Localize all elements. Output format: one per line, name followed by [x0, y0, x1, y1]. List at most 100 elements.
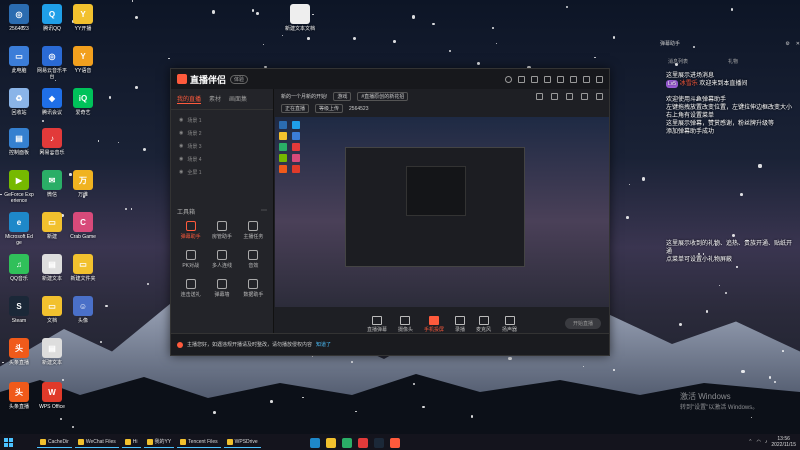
share-icon[interactable]	[596, 93, 603, 100]
desktop-icon[interactable]: C Crab Game	[68, 212, 98, 240]
desktop-icon[interactable]: ✉ 微信	[37, 170, 67, 198]
desktop-icon[interactable]: ◎ 2564623	[4, 4, 34, 32]
close-icon[interactable]	[596, 75, 603, 83]
app-icon: ▭	[9, 46, 29, 66]
desktop-icon[interactable]: ▤ 控制面板	[4, 128, 34, 156]
desktop-icon[interactable]: ♫ QQ音乐	[4, 254, 34, 282]
gift-icon[interactable]	[536, 93, 543, 100]
more-tools-icon[interactable]: ⋯	[261, 207, 267, 216]
desktop-icon[interactable]: S Steam	[4, 296, 34, 324]
start-live-button[interactable]: 开始直播	[565, 318, 601, 329]
desktop-icon[interactable]: ▭ 新建文件夹	[68, 254, 98, 282]
music-icon[interactable]	[358, 438, 368, 448]
toolbar-button[interactable]: 麦克风	[476, 315, 491, 333]
tab-scenes[interactable]: 画面集	[229, 94, 247, 104]
bell-icon[interactable]	[581, 93, 588, 100]
desktop-icon[interactable]: ▭ 此电脑	[4, 46, 34, 74]
eye-icon[interactable]: ◉	[179, 143, 183, 150]
maximize-icon[interactable]	[583, 75, 590, 83]
tab-gifts[interactable]: 礼物	[728, 58, 738, 66]
pin-icon[interactable]	[566, 93, 573, 100]
explorer-icon[interactable]	[326, 438, 336, 448]
snowflake	[125, 207, 128, 210]
tool-button[interactable]: PK对战	[175, 250, 206, 269]
tab-my-live[interactable]: 我的直播	[177, 94, 202, 104]
taskbar-item[interactable]: Tencent Files	[177, 436, 221, 448]
desktop-icon[interactable]: ▭ 文档	[37, 296, 67, 324]
taskbar-item[interactable]: WPSDrive	[223, 436, 261, 448]
desktop-file-new-text[interactable]: 新建文本文档	[285, 4, 315, 32]
toolbar-button[interactable]: 录播	[455, 315, 465, 333]
stream-description[interactable]: #直播原创的新花招	[357, 92, 409, 101]
tool-button[interactable]: 主播任务	[238, 221, 269, 240]
stream-title[interactable]: 新的一个月新的开始!	[281, 93, 327, 100]
desktop-icon[interactable]: iQ 爱奇艺	[68, 88, 98, 116]
skin-icon[interactable]	[518, 75, 525, 83]
notice-link[interactable]: 知道了	[316, 341, 331, 348]
toolbar-button[interactable]: 摄像头	[398, 315, 413, 333]
steam-icon[interactable]	[374, 438, 384, 448]
toolbar-button[interactable]: 直播弹幕	[367, 315, 387, 333]
avatar-icon[interactable]	[505, 75, 512, 83]
desktop-icon[interactable]: 头头条直播	[4, 338, 34, 366]
taskbar-item[interactable]: WeChat Files	[74, 436, 119, 448]
tool-button[interactable]: 弹幕墙	[206, 279, 237, 298]
eye-icon[interactable]: ◉	[179, 117, 183, 124]
eye-icon[interactable]: ◉	[179, 130, 183, 137]
scene-item[interactable]: ◉ 全屏 1	[171, 166, 273, 179]
lock-icon[interactable]	[551, 93, 558, 100]
desktop-icon[interactable]: ♪ 网易云音乐	[37, 128, 67, 156]
desktop-icon[interactable]: ▤ 新建文本	[37, 338, 67, 366]
scene-item[interactable]: ◉ 场景 4	[171, 153, 273, 166]
desktop-icon[interactable]: 万万维	[68, 170, 98, 198]
desktop-icon[interactable]: ◆ 腾讯会议	[37, 88, 67, 116]
version-badge[interactable]: 体验	[230, 74, 249, 84]
close-icon[interactable]: ✕	[796, 40, 800, 48]
taskbar-item[interactable]: 我的YY	[143, 436, 175, 448]
desktop-icon[interactable]: ▭ 新建	[37, 212, 67, 240]
desktop-icon[interactable]: W WPS Office	[37, 382, 67, 410]
desktop-icon[interactable]: ▤ 新建文本	[37, 254, 67, 282]
scene-item[interactable]: ◉ 场景 3	[171, 140, 273, 153]
menu-icon[interactable]	[557, 75, 564, 83]
stream-preview[interactable]	[275, 117, 609, 307]
taskbar-item[interactable]: CacheDir	[37, 436, 72, 448]
scene-item[interactable]: ◉ 场景 2	[171, 127, 273, 140]
taskbar-item[interactable]: Hi	[121, 436, 141, 448]
edge-icon[interactable]	[310, 438, 320, 448]
scene-item[interactable]: ◉ 场景 1	[171, 114, 273, 127]
tool-button[interactable]: 数据助手	[238, 279, 269, 298]
tab-messages[interactable]: 消息列表	[668, 58, 688, 66]
desktop-icon[interactable]: Y YY语音	[68, 46, 98, 74]
desktop-icon[interactable]: ▶ GeForce Experience	[4, 170, 34, 204]
desktop-icon[interactable]: 头头条直播	[4, 382, 34, 410]
desktop-icon[interactable]: e Microsoft Edge	[4, 212, 34, 246]
windows-start-icon[interactable]	[4, 437, 13, 447]
toolbar-button[interactable]: 扬声器	[502, 315, 517, 333]
tool-button[interactable]: 连击送礼	[175, 279, 206, 298]
settings-icon[interactable]: ⚙	[785, 40, 789, 48]
desktop-icon[interactable]: ♻ 回收站	[4, 88, 34, 116]
desktop-icon[interactable]: ☺ 头像	[68, 296, 98, 324]
eye-icon[interactable]: ◉	[179, 169, 183, 176]
eye-icon[interactable]: ◉	[179, 156, 183, 163]
wechat-icon[interactable]	[342, 438, 352, 448]
message-icon[interactable]	[531, 75, 538, 83]
stream-category[interactable]: 游戏	[333, 92, 352, 101]
tray-up-icon[interactable]: ⌃	[748, 439, 752, 445]
settings-icon[interactable]	[544, 75, 551, 83]
desktop-icon[interactable]: Y YY开播	[68, 4, 98, 32]
wifi-icon[interactable]: ◠	[756, 439, 760, 445]
toolbar-button[interactable]: 手机投屏	[424, 315, 444, 333]
desktop-icon[interactable]: Q 腾讯QQ	[37, 4, 67, 32]
tool-button[interactable]: 弹幕助手	[175, 221, 206, 240]
desktop-icon[interactable]: ◎ 网易云音乐平台	[37, 46, 67, 80]
tab-material[interactable]: 素材	[209, 94, 221, 104]
speaker-icon[interactable]: ♪	[765, 439, 768, 445]
minimize-icon[interactable]	[570, 75, 577, 83]
tool-button[interactable]: 音效	[238, 250, 269, 269]
tool-button[interactable]: 房管助手	[206, 221, 237, 240]
tool-button[interactable]: 多人连线	[206, 250, 237, 269]
clock[interactable]: 13:56 2022/11/15	[771, 436, 796, 448]
live-companion-icon[interactable]	[390, 438, 400, 448]
